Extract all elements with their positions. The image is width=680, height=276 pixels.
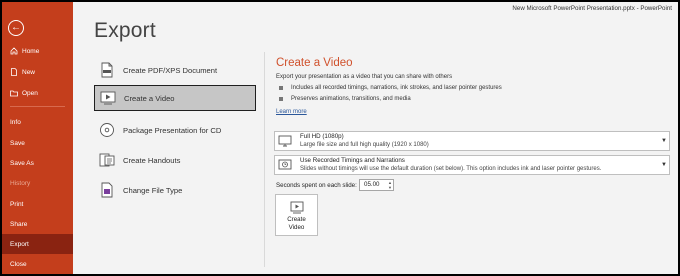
seconds-per-slide-label: Seconds spent on each slide: — [276, 182, 357, 189]
pdf-document-icon — [98, 61, 116, 79]
sidebar-divider — [10, 106, 65, 107]
video-panel-title: Create a Video — [276, 57, 353, 69]
timings-narrations-icon — [278, 158, 292, 172]
chevron-down-icon: ▼ — [661, 138, 667, 144]
export-option-file-type[interactable]: Change File Type — [94, 177, 256, 203]
nav-info[interactable]: Info — [2, 113, 73, 131]
nav-info-label: Info — [10, 118, 21, 126]
export-option-file-type-label: Change File Type — [123, 185, 183, 195]
nav-close[interactable]: Close — [2, 255, 73, 273]
nav-export[interactable]: Export — [2, 234, 73, 254]
video-bullet: Includes all recorded timings, narration… — [279, 85, 502, 91]
nav-share-label: Share — [10, 220, 28, 228]
open-folder-icon — [10, 89, 18, 97]
video-bullet: Preserves animations, transitions, and m… — [279, 96, 411, 102]
timings-subtitle: Slides without timings will use the defa… — [300, 166, 602, 172]
create-video-label: Create Video — [287, 216, 306, 231]
create-video-button[interactable]: Create Video — [275, 194, 318, 236]
window-title: New Microsoft PowerPoint Presentation.pp… — [512, 5, 672, 12]
video-quality-dropdown[interactable]: Full HD (1080p) Large file size and full… — [274, 131, 670, 151]
nav-save-as-label: Save As — [10, 159, 34, 167]
nav-new[interactable]: New — [2, 63, 73, 81]
nav-share[interactable]: Share — [2, 215, 73, 233]
nav-history-label: History — [10, 179, 31, 187]
page-title: Export — [94, 19, 156, 42]
new-icon — [10, 68, 18, 76]
panel-divider — [264, 52, 265, 267]
monitor-icon — [278, 134, 292, 148]
nav-home-label: Home — [22, 47, 40, 55]
create-video-icon — [290, 201, 303, 214]
nav-open-label: Open — [22, 89, 38, 97]
bullet-square-icon — [279, 86, 283, 90]
file-type-icon — [98, 181, 116, 199]
home-icon — [10, 47, 18, 55]
nav-close-label: Close — [10, 260, 27, 268]
nav-home[interactable]: Home — [2, 42, 73, 60]
export-option-package-cd-label: Package Presentation for CD — [123, 125, 222, 135]
video-quality-subtitle: Large file size and full high quality (1… — [300, 142, 429, 148]
backstage-sidebar: ← Home New Open Info Save Save As Histor… — [2, 2, 73, 274]
nav-print-label: Print — [10, 200, 24, 208]
export-option-video-label: Create a Video — [124, 93, 175, 103]
timings-dropdown[interactable]: Use Recorded Timings and Narrations Slid… — [274, 155, 670, 175]
handouts-icon — [98, 151, 116, 169]
export-option-package-cd[interactable]: Package Presentation for CD — [94, 117, 256, 143]
cd-icon — [98, 121, 116, 139]
nav-save-label: Save — [10, 139, 25, 147]
video-bullet-text: Preserves animations, transitions, and m… — [291, 96, 411, 102]
nav-save[interactable]: Save — [2, 134, 73, 152]
nav-history: History — [2, 174, 73, 192]
nav-new-label: New — [22, 68, 36, 76]
video-quality-title: Full HD (1080p) — [300, 133, 344, 140]
video-bullet-text: Includes all recorded timings, narration… — [291, 85, 502, 91]
video-panel-description: Export your presentation as a video that… — [276, 74, 453, 80]
nav-export-label: Export — [10, 240, 29, 248]
export-option-handouts[interactable]: Create Handouts — [94, 147, 256, 173]
timings-title: Use Recorded Timings and Narrations — [300, 157, 405, 164]
video-icon — [99, 89, 117, 107]
learn-more-link[interactable]: Learn more — [276, 109, 307, 115]
chevron-down-icon: ▼ — [661, 162, 667, 168]
bullet-square-icon — [279, 97, 283, 101]
backstage-view: ← Home New Open Info Save Save As Histor… — [2, 2, 678, 274]
nav-open[interactable]: Open — [2, 84, 73, 102]
export-option-handouts-label: Create Handouts — [123, 155, 181, 165]
seconds-spinner[interactable]: ▲ ▼ — [387, 180, 393, 190]
export-option-pdf[interactable]: Create PDF/XPS Document — [94, 57, 256, 83]
export-option-video[interactable]: Create a Video — [94, 85, 256, 111]
nav-save-as[interactable]: Save As — [2, 154, 73, 172]
export-option-pdf-label: Create PDF/XPS Document — [123, 65, 218, 75]
nav-print[interactable]: Print — [2, 195, 73, 213]
spin-down-icon[interactable]: ▼ — [387, 185, 393, 190]
back-arrow-icon[interactable]: ← — [8, 20, 24, 36]
